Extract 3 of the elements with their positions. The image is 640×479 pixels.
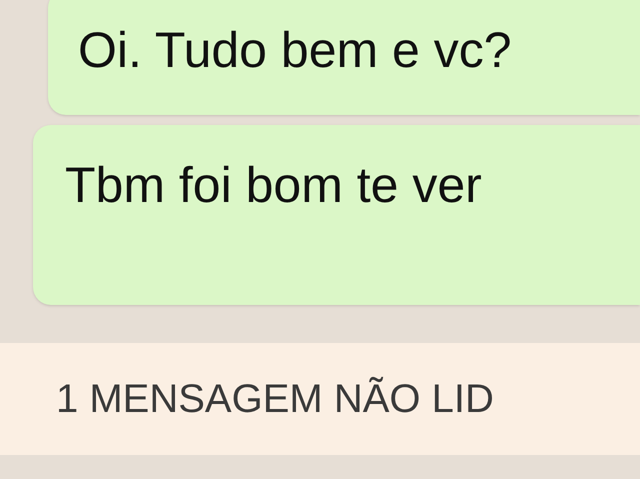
message-text: Oi. Tudo bem e vc?: [78, 21, 512, 80]
unread-banner-text: 1 MENSAGEM NÃO LID: [56, 376, 494, 423]
message-text: Tbm foi bom te ver: [65, 156, 482, 215]
